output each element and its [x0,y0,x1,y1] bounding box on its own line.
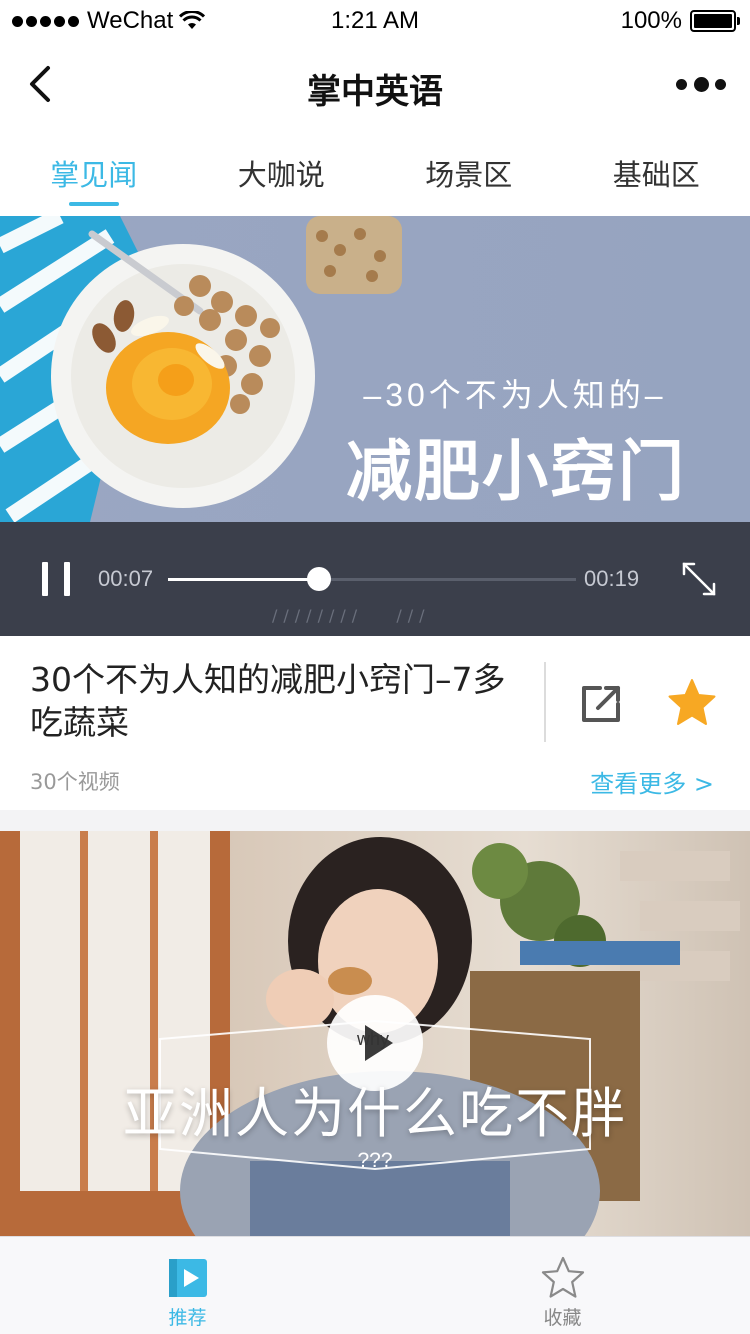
tab-label: 基础区 [612,158,700,192]
pause-icon[interactable] [42,562,70,596]
status-right: 100% [620,7,740,35]
banner-subtitle: –30个不为人知的– [363,377,667,413]
tabbar-label: 推荐 [168,1307,207,1329]
fullscreen-icon[interactable] [680,560,718,598]
progress-fill [168,578,319,581]
buffer-marks: //////// /// [272,606,431,625]
current-time: 00:07 [98,566,154,591]
video-badge: why [357,1029,390,1049]
banner-title: 减肥小窍门 [346,433,686,510]
video-play-icon [168,1259,207,1297]
bottom-tab-bar: 推荐 收藏 [0,1236,750,1334]
see-more-link[interactable]: 查看更多 > [590,764,714,799]
tab-basics[interactable]: 基础区 [563,128,750,216]
battery-icon [690,10,740,32]
tab-experts[interactable]: 大咖说 [188,128,376,216]
tabbar-item-recommend[interactable]: 推荐 [0,1237,375,1334]
star-icon[interactable] [666,678,718,728]
tab-label: 掌见闻 [50,158,138,192]
progress-slider[interactable] [168,567,576,591]
video-player-controls: 00:07 00:19 //////// /// [0,522,750,636]
tabbar-item-favorites[interactable]: 收藏 [375,1237,750,1334]
video-card-title: 亚洲人为什么吃不胖 [123,1082,627,1145]
tab-label: 大咖说 [237,158,325,192]
progress-knob[interactable] [306,567,331,591]
tabbar-label: 收藏 [543,1307,582,1329]
tab-news[interactable]: 掌见闻 [0,128,188,216]
video-banner[interactable]: –30个不为人知的– 减肥小窍门 [0,216,750,522]
divider [544,662,546,742]
tab-label: 场景区 [425,158,513,192]
video-title: 30个不为人知的减肥小窍门–7多吃蔬菜 [30,660,506,742]
share-icon[interactable] [578,682,624,724]
video-count: 30个视频 [30,770,120,794]
video-card-subtitle: ??? [357,1149,393,1172]
tab-scenes[interactable]: 场景区 [375,128,563,216]
battery-percent: 100% [620,7,682,34]
page-title: 掌中英语 [307,72,443,112]
video-info-card: 30个不为人知的减肥小窍门–7多吃蔬菜 30个视频 查看更多 > [0,636,750,810]
total-time: 00:19 [584,566,640,591]
status-bar: WeChat 1:21 AM 100% [0,0,750,40]
category-tabs: 掌见闻 大咖说 场景区 基础区 [0,128,750,216]
video-card[interactable]: why 亚洲人为什么吃不胖 ??? [0,831,750,1237]
nav-bar: 掌中英语 [0,40,750,128]
star-outline-icon [541,1256,584,1298]
tab-active-indicator [68,202,119,206]
more-dots-icon[interactable] [676,70,726,98]
